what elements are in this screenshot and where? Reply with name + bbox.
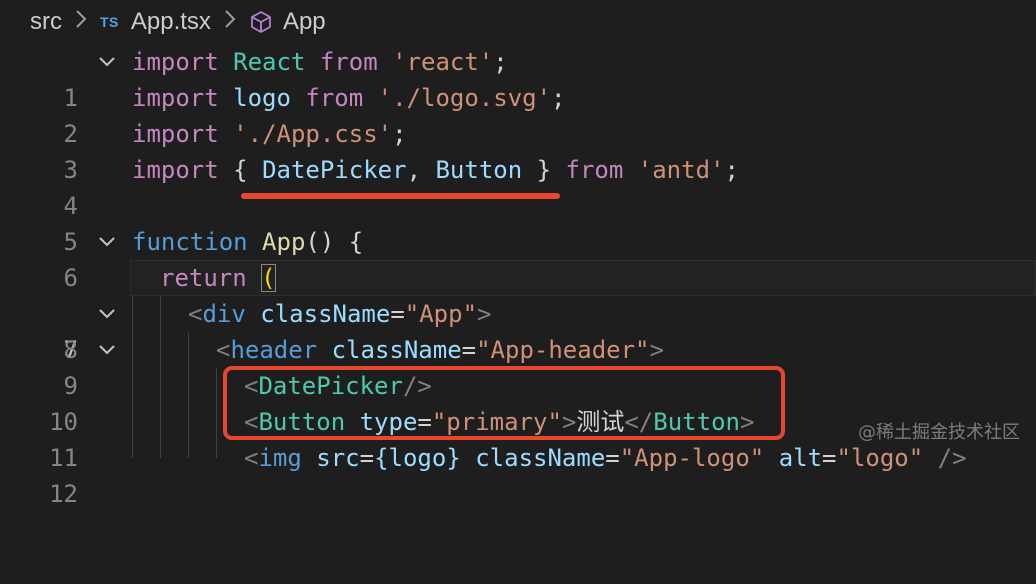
- code-line-12[interactable]: 12 <img src={logo} className="App-logo" …: [0, 440, 1036, 508]
- code-token: "logo": [836, 444, 924, 472]
- code-token: './App.css': [233, 120, 393, 148]
- code-token: />: [937, 444, 967, 472]
- line-number: 12: [49, 480, 78, 508]
- annotation-underline: [241, 193, 560, 199]
- code-token: from: [319, 48, 378, 76]
- code-token: 'react': [392, 48, 494, 76]
- code-token: className: [331, 336, 462, 364]
- code-token: =: [822, 444, 837, 472]
- code-token: div: [202, 300, 246, 328]
- code-line-7[interactable]: 7 return (: [0, 260, 1036, 364]
- breadcrumb: src TS App.tsx App: [0, 0, 1036, 44]
- code-token: (): [305, 228, 335, 256]
- code-token: className: [475, 444, 606, 472]
- code-line-8[interactable]: 8 <div className="App">: [0, 296, 1036, 364]
- code-line-9[interactable]: 9 <header className="App-header">: [0, 332, 1036, 400]
- code-token: from: [305, 84, 364, 112]
- code-token: img: [258, 444, 302, 472]
- code-token: }: [536, 156, 552, 184]
- code-token: import: [132, 120, 219, 148]
- code-token: >: [649, 336, 664, 364]
- code-line-1[interactable]: 1 import React from 'react';: [0, 44, 1036, 112]
- code-line-6[interactable]: 6 function App() {: [0, 224, 1036, 292]
- code-token: from: [565, 156, 624, 184]
- code-token: src: [316, 444, 360, 472]
- code-token: import: [132, 48, 219, 76]
- code-token: alt: [778, 444, 823, 472]
- code-token: header: [230, 336, 318, 364]
- code-token: './logo.svg': [377, 84, 552, 112]
- code-token: "App-logo": [619, 444, 765, 472]
- code-token: =: [359, 444, 375, 472]
- fold-chevron-icon[interactable]: [96, 332, 118, 368]
- code-token: 'antd': [637, 156, 725, 184]
- code-token: "App-header": [476, 336, 650, 364]
- fold-chevron-icon[interactable]: [96, 224, 118, 260]
- code-token: className: [260, 300, 391, 328]
- code-token: ,: [406, 156, 422, 184]
- code-token: =: [605, 444, 620, 472]
- breadcrumb-file[interactable]: App.tsx: [131, 8, 211, 36]
- code-token: logo: [233, 84, 291, 112]
- code-token: React: [233, 48, 306, 76]
- code-token: ;: [551, 84, 566, 112]
- code-token: ;: [724, 156, 739, 184]
- code-token: <: [244, 444, 259, 472]
- chevron-right-icon: [223, 9, 237, 35]
- breadcrumb-folder[interactable]: src: [30, 8, 62, 36]
- code-token: DatePicker: [262, 156, 407, 184]
- fold-chevron-icon[interactable]: [96, 44, 118, 80]
- code-token: return: [160, 264, 247, 292]
- code-token: <: [216, 336, 231, 364]
- code-token: {logo}: [374, 444, 461, 472]
- code-token: >: [477, 300, 492, 328]
- watermark: @稀土掘金技术社区: [858, 422, 1020, 443]
- code-token: {: [348, 228, 364, 256]
- code-token: <: [188, 300, 203, 328]
- code-token: Button: [435, 156, 523, 184]
- symbol-cube-icon: [249, 10, 273, 34]
- code-line-2[interactable]: 2 import logo from './logo.svg';: [0, 80, 1036, 148]
- chevron-right-icon: [74, 9, 88, 35]
- code-token: App: [262, 228, 306, 256]
- code-token: =: [390, 300, 405, 328]
- code-token: import: [132, 156, 219, 184]
- code-token: {: [233, 156, 248, 184]
- code-token: import: [132, 84, 219, 112]
- code-token: ;: [392, 120, 407, 148]
- code-line-3[interactable]: 3 import './App.css';: [0, 116, 1036, 184]
- annotation-highlight-box: [223, 366, 785, 440]
- breadcrumb-symbol[interactable]: App: [283, 8, 326, 36]
- code-token: =: [461, 336, 477, 364]
- fold-chevron-icon[interactable]: [96, 296, 118, 332]
- code-line-4[interactable]: 4 import { DatePicker, Button } from 'an…: [0, 152, 1036, 220]
- code-token: ;: [493, 48, 508, 76]
- typescript-file-icon: TS: [100, 14, 119, 30]
- code-token: "App": [404, 300, 478, 328]
- code-token: (: [261, 264, 276, 292]
- code-token: function: [132, 228, 248, 256]
